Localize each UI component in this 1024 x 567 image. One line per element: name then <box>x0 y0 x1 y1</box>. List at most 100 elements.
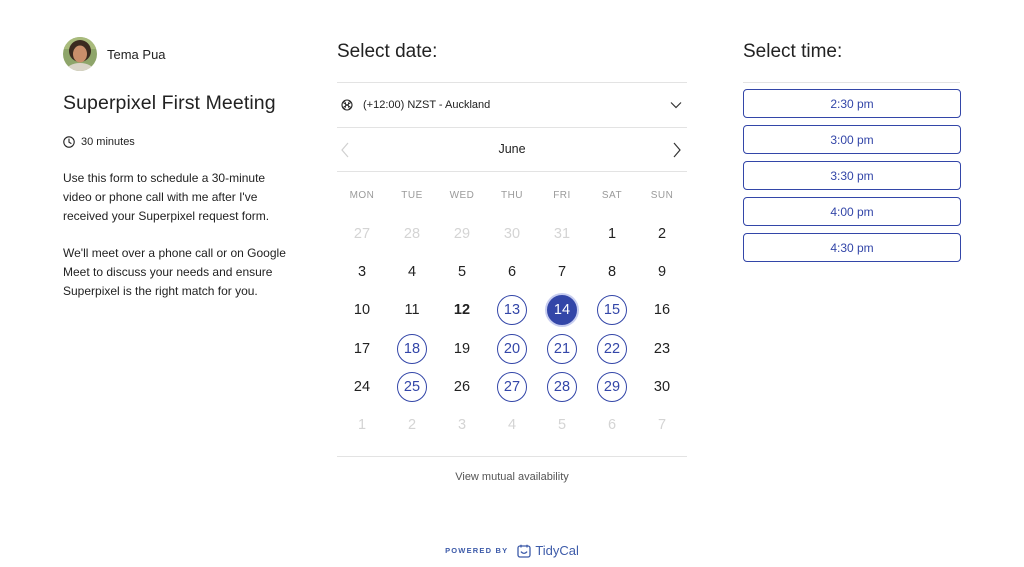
calendar-day-label: 9 <box>657 264 667 281</box>
calendar-day-label: 10 <box>353 302 371 319</box>
powered-by-label: POWERED BY <box>445 546 509 555</box>
calendar-day: 28 <box>387 215 437 253</box>
host-name: Tema Pua <box>107 46 166 62</box>
calendar-day[interactable]: 15 <box>587 291 637 329</box>
next-month-button[interactable] <box>669 140 685 160</box>
clock-icon <box>63 136 75 148</box>
calendar-day-label: 18 <box>397 333 427 364</box>
calendar-day-label: 4 <box>507 417 517 434</box>
calendar-day-label: 31 <box>553 226 571 243</box>
calendar-day: 27 <box>337 215 387 253</box>
calendar-day: 4 <box>387 253 437 291</box>
calendar-day-label: 4 <box>407 264 417 281</box>
calendar-day: 12 <box>437 291 487 329</box>
calendar-day-label: 21 <box>547 333 577 364</box>
divider <box>743 82 960 83</box>
calendar-day: 2 <box>637 215 687 253</box>
calendar-day: 4 <box>487 406 537 444</box>
calendar-day: 30 <box>637 368 687 406</box>
calendar-grid: 27 28 29 30 31 1 2 3 4 5 6 7 8 9 10 11 12 13 14 15 16 17 18 19 2… <box>337 215 687 444</box>
calendar-day-label: 6 <box>507 264 517 281</box>
time-slot-button[interactable]: 3:30 pm <box>743 161 961 190</box>
calendar-day: 19 <box>437 330 487 368</box>
calendar-day-label: 26 <box>453 378 471 395</box>
footer: POWERED BY TidyCal <box>0 543 1024 558</box>
avatar <box>63 37 97 71</box>
calendar-day[interactable]: 25 <box>387 368 437 406</box>
calendar-day: 3 <box>337 253 387 291</box>
calendar-day-label: 28 <box>403 226 421 243</box>
calendar-day-label: 17 <box>353 340 371 357</box>
calendar-day[interactable]: 18 <box>387 330 437 368</box>
calendar-day-label: 2 <box>657 226 667 243</box>
calendar-day: 6 <box>587 406 637 444</box>
duration-label: 30 minutes <box>81 136 135 148</box>
calendar-day-label: 16 <box>653 302 671 319</box>
divider <box>337 171 687 172</box>
description-paragraph: Use this form to schedule a 30-minute vi… <box>63 171 270 223</box>
calendar-day: 26 <box>437 368 487 406</box>
calendar-day-label: 13 <box>497 295 527 326</box>
calendar-day: 31 <box>537 215 587 253</box>
month-label: June <box>498 142 526 156</box>
calendar-day-label: 19 <box>453 340 471 357</box>
event-info-panel: Tema Pua Superpixel First Meeting 30 min… <box>63 37 293 301</box>
calendar-day[interactable]: 22 <box>587 330 637 368</box>
weekday-label: THU <box>500 190 524 201</box>
calendar-day: 8 <box>587 253 637 291</box>
calendar-day: 24 <box>337 368 387 406</box>
tidycal-logo[interactable]: TidyCal <box>517 543 579 558</box>
duration: 30 minutes <box>63 136 293 148</box>
calendar-day: 3 <box>437 406 487 444</box>
calendar-day-label: 5 <box>557 417 567 434</box>
calendar-day-label: 23 <box>653 340 671 357</box>
calendar-day-label: 24 <box>353 378 371 395</box>
time-slot-button[interactable]: 4:00 pm <box>743 197 961 226</box>
calendar-day-label: 29 <box>597 371 627 402</box>
calendar-day: 5 <box>537 406 587 444</box>
calendar-day-label: 20 <box>497 333 527 364</box>
weekday-label: TUE <box>401 190 423 201</box>
calendar-day: 7 <box>637 406 687 444</box>
calendar-day-label: 15 <box>597 295 627 326</box>
chevron-down-icon <box>670 102 682 109</box>
calendar-day-label: 30 <box>653 378 671 395</box>
calendar-day-label: 7 <box>657 417 667 434</box>
time-slot-button[interactable]: 4:30 pm <box>743 233 961 262</box>
globe-icon <box>341 99 353 111</box>
time-slot-button[interactable]: 2:30 pm <box>743 89 961 118</box>
calendar-day[interactable]: 28 <box>537 368 587 406</box>
calendar-day-label: 5 <box>457 264 467 281</box>
calendar-day-label: 3 <box>457 417 467 434</box>
calendar-day[interactable]: 29 <box>587 368 637 406</box>
select-time-heading: Select time: <box>743 41 843 62</box>
calendar-day: 29 <box>437 215 487 253</box>
calendar-day: 5 <box>437 253 487 291</box>
calendar-day-label: 30 <box>503 226 521 243</box>
calendar-day-label: 28 <box>547 371 577 402</box>
calendar-day[interactable]: 21 <box>537 330 587 368</box>
calendar-day: 2 <box>387 406 437 444</box>
calendar-day-label: 22 <box>597 333 627 364</box>
calendar-day-label: 27 <box>353 226 371 243</box>
time-slot-button[interactable]: 3:00 pm <box>743 125 961 154</box>
time-slot-list: 2:30 pm 3:00 pm 3:30 pm 4:00 pm 4:30 pm <box>743 89 961 269</box>
calendar-day: 16 <box>637 291 687 329</box>
host-info: Tema Pua <box>63 37 293 71</box>
calendar-day[interactable]: 20 <box>487 330 537 368</box>
meeting-title: Superpixel First Meeting <box>63 92 276 114</box>
weekday-label: FRI <box>553 190 571 201</box>
calendar-day-label: 12 <box>453 302 471 319</box>
calendar-day-selected[interactable]: 14 <box>537 291 587 329</box>
calendar-day-label: 1 <box>607 226 617 243</box>
calendar-day: 17 <box>337 330 387 368</box>
meeting-description: Use this form to schedule a 30-minute vi… <box>63 169 293 301</box>
weekday-header: MON TUE WED THU FRI SAT SUN <box>337 190 687 201</box>
calendar-day[interactable]: 27 <box>487 368 537 406</box>
calendar-day: 9 <box>637 253 687 291</box>
chevron-right-icon <box>673 142 681 158</box>
timezone-value: (+12:00) NZST - Auckland <box>363 99 491 111</box>
calendar-day[interactable]: 13 <box>487 291 537 329</box>
view-mutual-availability-link[interactable]: View mutual availability <box>337 471 687 483</box>
timezone-select[interactable]: (+12:00) NZST - Auckland <box>337 83 687 127</box>
